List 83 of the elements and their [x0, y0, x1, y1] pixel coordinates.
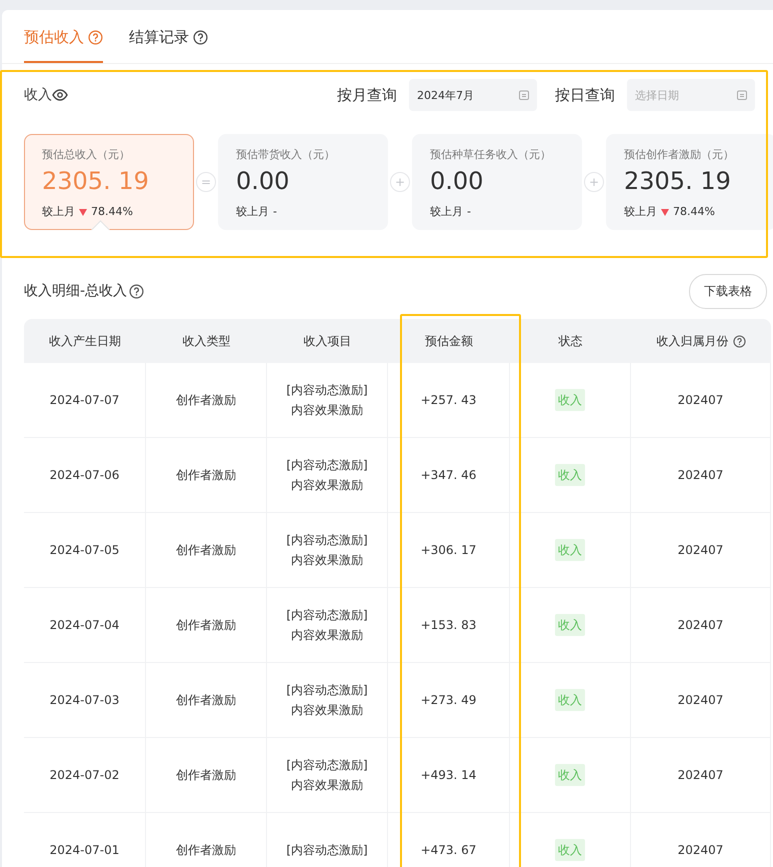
month-field[interactable]: 2024年7月: [409, 79, 537, 111]
table-cell: 创作者激励: [146, 513, 267, 588]
table-cell: 创作者激励: [146, 363, 267, 438]
table-cell: 202407: [631, 663, 771, 738]
table-cell: [内容动态激励] 内容效果激励: [267, 438, 388, 513]
stat-value: 0.00: [236, 167, 290, 195]
table-cell: 2024-07-06: [24, 438, 146, 513]
table-cell: +473. 67: [388, 813, 510, 867]
calendar-icon: [737, 90, 747, 100]
help-icon: [129, 284, 144, 298]
status-tag: 收入: [555, 464, 585, 486]
status-tag: 收入: [555, 839, 585, 861]
column-header: 预估金额: [388, 319, 510, 363]
stat-card[interactable]: 预估带货收入（元） 0.00 较上月 -: [218, 134, 388, 230]
compare-label: 较上月: [42, 204, 75, 219]
download-button[interactable]: 下载表格: [689, 274, 767, 308]
stat-label: 预估创作者激励（元）: [624, 147, 735, 162]
column-header: 收入类型: [146, 319, 267, 363]
table-cell: +306. 17: [388, 513, 510, 588]
table-cell: 创作者激励: [146, 663, 267, 738]
table-cell: [内容动态激励] 内容效果激励: [267, 738, 388, 813]
status-tag: 收入: [555, 389, 585, 411]
stat-label: 预估带货收入（元）: [236, 147, 336, 162]
compare-label: 较上月: [430, 204, 463, 219]
table-cell: 202407: [631, 588, 771, 663]
column-header: 状态: [510, 319, 631, 363]
table-cell: 创作者激励: [146, 738, 267, 813]
table-cell: 2024-07-02: [24, 738, 146, 813]
compare-label: 较上月: [236, 204, 269, 219]
table-cell: 创作者激励: [146, 438, 267, 513]
stat-value: 0.00: [430, 167, 484, 195]
table-cell: 2024-07-03: [24, 663, 146, 738]
operator-sign: +: [584, 172, 604, 192]
stat-label: 预估种草任务收入（元）: [430, 147, 552, 162]
table-cell: 202407: [631, 738, 771, 813]
table-cell: 202407: [631, 438, 771, 513]
status-tag: 收入: [555, 539, 585, 561]
date-field[interactable]: 选择日期: [627, 79, 755, 111]
change-value: -: [467, 205, 471, 218]
table-cell: [内容动态激励]: [267, 813, 388, 867]
column-header: 收入项目: [267, 319, 388, 363]
operator-sign: =: [196, 172, 216, 192]
table-cell: [内容动态激励] 内容效果激励: [267, 588, 388, 663]
table-cell: 创作者激励: [146, 588, 267, 663]
table-cell: +347. 46: [388, 438, 510, 513]
table-cell: +493. 14: [388, 738, 510, 813]
table-cell: 202407: [631, 813, 771, 867]
stat-value: 2305. 19: [624, 167, 732, 195]
table-cell: 创作者激励: [146, 813, 267, 867]
query-label: 按月查询: [337, 86, 397, 104]
stat-card[interactable]: 预估种草任务收入（元） 0.00 较上月 -: [412, 134, 582, 230]
status-tag: 收入: [555, 614, 585, 636]
tab[interactable]: 结算记录: [129, 10, 208, 63]
table-cell: 2024-07-01: [24, 813, 146, 867]
change-value: -: [273, 205, 277, 218]
table-cell: [内容动态激励] 内容效果激励: [267, 513, 388, 588]
calendar-icon: [519, 90, 529, 100]
table-cell: 202407: [631, 513, 771, 588]
table-cell: 2024-07-05: [24, 513, 146, 588]
table-cell: [内容动态激励] 内容效果激励: [267, 663, 388, 738]
status-tag: 收入: [555, 689, 585, 711]
table-cell: 202407: [631, 363, 771, 438]
change-value: 78.44%: [673, 205, 715, 218]
change-value: 78.44%: [91, 205, 133, 218]
status-tag: 收入: [555, 764, 585, 786]
column-header: 收入产生日期: [24, 319, 146, 363]
stat-label: 预估总收入（元）: [42, 147, 131, 162]
section-title: 收入明细-总收入: [24, 282, 128, 300]
table-cell: 2024-07-04: [24, 588, 146, 663]
stat-card[interactable]: 预估创作者激励（元） 2305. 19 较上月 78.44%: [606, 134, 773, 230]
table-cell: +153. 83: [388, 588, 510, 663]
table-cell: +273. 49: [388, 663, 510, 738]
compare-label: 较上月: [624, 204, 657, 219]
stat-card[interactable]: 预估总收入（元） 2305. 19 较上月 78.44%: [24, 134, 194, 230]
column-header: 收入归属月份: [631, 319, 771, 363]
table-cell: 2024-07-07: [24, 363, 146, 438]
section-title: 收入: [24, 86, 52, 104]
stat-value: 2305. 19: [42, 167, 150, 195]
table-cell: +257. 43: [388, 363, 510, 438]
operator-sign: +: [390, 172, 410, 192]
eye-icon[interactable]: [52, 89, 68, 101]
query-label: 按日查询: [555, 86, 615, 104]
table-cell: [内容动态激励] 内容效果激励: [267, 363, 388, 438]
